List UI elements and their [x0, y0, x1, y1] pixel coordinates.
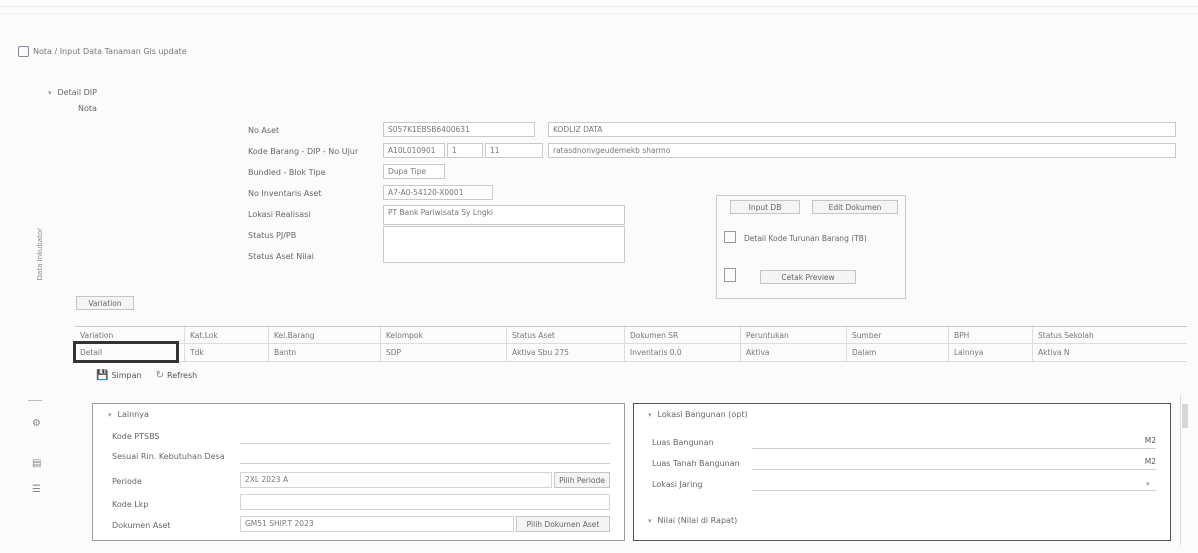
label-periode: Periode — [112, 477, 142, 486]
grid-col-header[interactable]: Sumber — [847, 327, 949, 343]
sesuai-rin-input[interactable] — [240, 451, 610, 464]
status-field[interactable] — [383, 226, 625, 263]
dip-field[interactable]: 1 — [447, 143, 483, 158]
lokasi-header[interactable]: ▾ Lokasi Bangunan (opt) — [648, 410, 748, 419]
table-row[interactable]: Detail Tdk Bantn SDP Aktiva Sbu 275 Inve… — [75, 344, 1187, 362]
label-status-aset: Status Aset Nilai — [248, 252, 314, 261]
grid-col-header[interactable]: Status Aset — [507, 327, 625, 343]
nilai-header[interactable]: ▾ Nilai (Nilai di Rapat) — [648, 516, 737, 525]
sub-title: Nota — [78, 104, 97, 113]
kode-barang-desc-field[interactable]: ratasdnonvgeudemekb sharmo — [548, 143, 1176, 158]
label-kode-barang: Kode Barang - DIP - No Ujur — [248, 147, 359, 156]
grid-col-header[interactable]: Peruntukan — [741, 327, 847, 343]
grid-col-header[interactable]: Kel.Barang — [269, 327, 381, 343]
nilai-title: Nilai (Nilai di Rapat) — [657, 516, 738, 525]
pilih-dokumen-button[interactable]: Pilih Dokumen Aset — [516, 516, 610, 532]
lokasi-title: Lokasi Bangunan (opt) — [657, 410, 748, 419]
collapse-icon[interactable]: ▾ — [648, 411, 652, 419]
label-kode-lkp: Kode Lkp — [112, 500, 149, 509]
label-lokasi: Lokasi Realisasi — [248, 210, 311, 219]
top-divider — [0, 6, 1198, 7]
breadcrumb-text: Nota / Input Data Tanaman Gis update — [33, 47, 187, 56]
collapse-icon[interactable]: ▾ — [108, 411, 112, 419]
grid-cell[interactable]: Aktiva — [741, 344, 847, 361]
label-luas-bangunan: Luas Bangunan — [652, 438, 714, 447]
label-lokasi-jaring: Lokasi Jaring — [652, 480, 703, 489]
label-sesuai-rin: Sesuai Rin. Kebutuhan Desa — [112, 452, 225, 461]
no-aset-extra-field[interactable]: KODLIZ DATA — [548, 122, 1176, 137]
grid-col-header[interactable]: Dokumen SR — [625, 327, 741, 343]
grid-col-header[interactable]: Status Sekolah — [1033, 327, 1187, 343]
selected-cell-highlight — [73, 341, 179, 363]
no-ujur-field[interactable]: 11 — [485, 143, 543, 158]
settings-icon[interactable]: ⚙ — [32, 418, 41, 429]
save-label: Simpan — [111, 371, 142, 380]
refresh-button[interactable]: ↻ Refresh — [156, 370, 198, 381]
label-no-aset: No Aset — [248, 126, 280, 135]
lainnya-header[interactable]: ▾ Lainnya — [108, 410, 149, 419]
cetak-preview-button[interactable]: Cetak Preview — [760, 270, 856, 284]
chevron-down-icon[interactable]: ▾ — [1146, 480, 1150, 488]
grid-cell[interactable]: Bantn — [269, 344, 381, 361]
label-bundled: Bundled - Blok Tipe — [248, 168, 326, 177]
luas-tanah-input[interactable]: M2 — [752, 457, 1156, 470]
section-title: Detail DIP — [57, 88, 97, 97]
top-divider-2 — [0, 13, 1198, 14]
chart-icon[interactable]: ▤ — [32, 458, 41, 469]
grid-cell[interactable]: Aktiva N — [1033, 344, 1187, 361]
grid-cell[interactable]: SDP — [381, 344, 507, 361]
edit-dokumen-button[interactable]: Edit Dokumen — [812, 200, 898, 214]
save-icon: 💾 — [96, 370, 109, 381]
label-status-pj: Status PJ/PB — [248, 231, 297, 240]
label-dokumen-aset: Dokumen Aset — [112, 521, 171, 530]
input-db-button[interactable]: Input DB — [730, 200, 800, 214]
side-panel-label[interactable]: Data Inkubator — [36, 228, 44, 280]
print-icon[interactable] — [724, 268, 736, 282]
list-icon[interactable]: ☰ — [32, 484, 41, 495]
refresh-icon: ↻ — [155, 370, 164, 381]
section-header[interactable]: ▾ Detail DIP — [48, 88, 97, 97]
bundled-field[interactable]: Dupa Tipe — [383, 164, 445, 179]
label-luas-tanah: Luas Tanah Bangunan — [652, 459, 740, 468]
grid-header: Variation Kat.Lok Kel.Barang Kelompok St… — [75, 326, 1187, 344]
grid-cell[interactable]: Inventaris 0.0 — [625, 344, 741, 361]
variation-toggle-button[interactable]: Variation — [76, 296, 134, 310]
grid-col-header[interactable]: Kat.Lok — [185, 327, 269, 343]
detail-kode-button[interactable]: Detail Kode Turunan Barang (TB) — [744, 234, 867, 243]
label-no-inventaris: No Inventaris Aset — [248, 189, 322, 198]
detail-icon[interactable] — [724, 231, 736, 243]
kode-ptsbs-input[interactable] — [240, 431, 610, 444]
scrollbar-thumb[interactable] — [1182, 404, 1188, 428]
no-aset-field[interactable]: S057K1EBSB6400631 — [383, 122, 535, 137]
kode-barang-field[interactable]: A10L010901 — [383, 143, 445, 158]
grid-cell[interactable]: Aktiva Sbu 275 — [507, 344, 625, 361]
grid-cell[interactable]: Dalam — [847, 344, 949, 361]
pilih-periode-button[interactable]: Pilih Periode — [554, 472, 610, 488]
grid-col-header[interactable]: Kelompok — [381, 327, 507, 343]
label-kode-ptsbs: Kode PTSBS — [112, 432, 160, 441]
dokumen-aset-input[interactable]: GM51 SHIP.T 2023 — [240, 516, 514, 532]
grid-col-header[interactable]: BPH — [949, 327, 1033, 343]
breadcrumb: Nota / Input Data Tanaman Gis update — [18, 46, 187, 57]
kode-lkp-input[interactable] — [240, 494, 610, 510]
save-button[interactable]: 💾 Simpan — [96, 370, 142, 381]
collapse-icon[interactable]: ▾ — [648, 517, 652, 525]
periode-input[interactable]: 2XL 2023 A — [240, 472, 552, 488]
page-icon — [18, 46, 29, 57]
side-divider — [28, 400, 42, 401]
no-inventaris-field[interactable]: A7-A0-54120-X0001 — [383, 185, 493, 200]
collapse-icon[interactable]: ▾ — [48, 89, 52, 97]
lokasi-field[interactable]: PT Bank Pariwisata Sy Lngki — [383, 205, 625, 225]
grid-cell[interactable]: Tdk — [185, 344, 269, 361]
lainnya-title: Lainnya — [117, 410, 149, 419]
lokasi-jaring-input[interactable] — [752, 478, 1156, 491]
refresh-label: Refresh — [167, 371, 198, 380]
luas-bangunan-input[interactable]: M2 — [752, 436, 1156, 449]
toolbar: 💾 Simpan ↻ Refresh — [96, 370, 197, 381]
grid-cell[interactable]: Lainnya — [949, 344, 1033, 361]
